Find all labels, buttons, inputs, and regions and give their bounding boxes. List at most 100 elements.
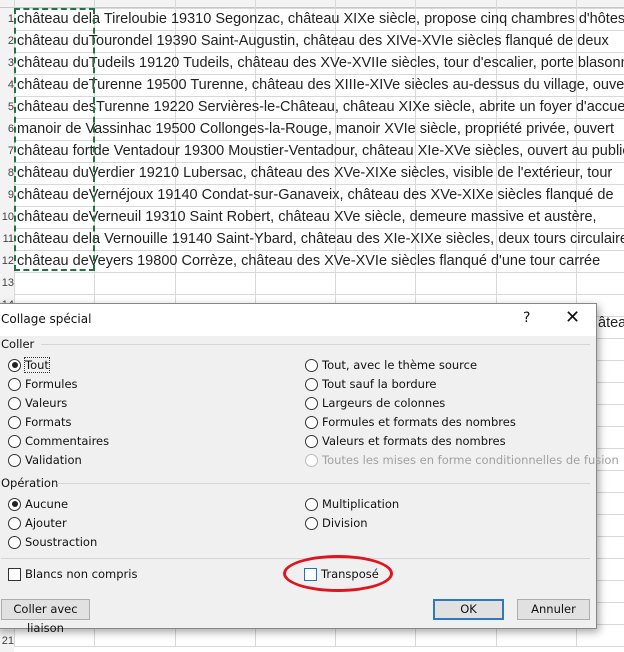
radio-label: Multiplication [322,497,400,511]
help-button[interactable]: ? [523,310,530,326]
radio-label: Validation [25,453,82,467]
radio-option-aucune[interactable]: Aucune [8,497,68,511]
row-gridline [0,294,624,295]
checkbox[interactable] [8,567,21,581]
radio-option-formules[interactable]: Formules [8,377,78,391]
cell-text[interactable]: âteau [598,312,624,334]
radio-button[interactable] [8,434,21,448]
dialog-titlebar[interactable]: Collage spécial ? ✕ [0,304,596,336]
row-header[interactable]: 3 [0,52,14,74]
cell-a[interactable]: château deVerneuil 19310 Saint Robert, c… [17,206,597,228]
radio-option-validation[interactable]: Validation [8,453,82,467]
radio-option-formules-et-formats-des-nombres[interactable]: Formules et formats des nombres [305,415,516,429]
cell-a[interactable]: château desTurenne 19220 Servières-le-Ch… [17,96,624,118]
radio-label: Toutes les mises en forme conditionnelle… [322,453,619,467]
row-header[interactable]: 10 [0,206,14,228]
radio-label: Ajouter [25,516,67,530]
radio-option-formats[interactable]: Formats [8,415,72,429]
row-header[interactable]: 7 [0,140,14,162]
close-icon[interactable]: ✕ [565,307,580,328]
cancel-button[interactable]: Annuler [517,599,590,620]
radio-label: Formules [25,377,78,391]
radio-button[interactable] [8,377,21,391]
cell-a[interactable]: château fortde Ventadour 19300 Moustier-… [17,140,624,162]
cell-overflow-text: Vernéjoux 19140 Condat-sur-Ganaveix, châ… [88,187,614,203]
row-header[interactable]: 4 [0,74,14,96]
radio-option-valeurs[interactable]: Valeurs [8,396,67,410]
radio-option-tout-avec-le-th-me-source[interactable]: Tout, avec le thème source [305,358,477,372]
radio-label: Formules et formats des nombres [322,415,516,429]
radio-option-tout[interactable]: Tout [8,357,50,373]
radio-button[interactable] [8,453,21,467]
row-header[interactable]: 5 [0,96,14,118]
row-header[interactable]: 11 [0,228,14,250]
cell-a[interactable]: château deTurenne 19500 Turenne, château… [17,74,624,96]
cell-a[interactable]: château duVerdier 19210 Lubersac, châtea… [17,162,612,184]
radio-button[interactable] [8,415,21,429]
cell-a[interactable]: château deVeyers 19800 Corrèze, château … [17,250,600,272]
radio-label: Aucune [25,497,69,511]
radio-option-tout-sauf-la-bordure[interactable]: Tout sauf la bordure [305,377,437,391]
row-gridline [0,272,624,273]
radio-button [305,453,318,467]
radio-label: Division [322,516,368,530]
ok-button[interactable]: OK [433,599,504,620]
radio-option-soustraction[interactable]: Soustraction [8,535,97,549]
divider [1,558,590,559]
cell-a[interactable]: château dela Tireloubie 19310 Segonzac, … [17,8,624,30]
radio-button[interactable] [305,358,318,372]
radio-button[interactable] [305,415,318,429]
radio-button[interactable] [8,497,21,511]
divider [57,483,590,484]
radio-button[interactable] [305,434,318,448]
highlight-ellipse [283,555,393,592]
radio-button[interactable] [8,396,21,410]
radio-button[interactable] [305,377,318,391]
radio-button[interactable] [305,396,318,410]
divider [41,344,590,345]
radio-label: Tout, avec le thème source [322,358,478,372]
cell-overflow-text: de Ventadour 19300 Moustier-Ventadour, c… [93,143,624,159]
paste-link-button[interactable]: Coller avec liaison [1,599,90,635]
radio-label: Tout [24,357,50,373]
skip-blanks-label: Blancs non compris [25,567,138,581]
radio-option-division[interactable]: Division [305,516,368,530]
cell-overflow-text: Veyers 19800 Corrèze, château des XVe-XV… [88,253,601,269]
row-header[interactable]: 2 [0,30,14,52]
radio-button[interactable] [8,358,21,372]
cell-a[interactable]: château duTourondel 19390 Saint-Augustin… [17,30,609,52]
cell-overflow-text: Verdier 19210 Lubersac, château des XVe-… [88,165,613,181]
radio-option-ajouter[interactable]: Ajouter [8,516,67,530]
cell-overflow-text: Tourondel 19390 Saint-Augustin, château … [88,33,609,49]
radio-label: Largeurs de colonnes [322,396,446,410]
cell-overflow-text: la Tireloubie 19310 Segonzac, château XI… [88,11,624,27]
radio-option-valeurs-et-formats-des-nombres[interactable]: Valeurs et formats des nombres [305,434,506,448]
radio-button[interactable] [8,516,21,530]
row-header[interactable]: 13 [0,272,14,294]
dialog-title: Collage spécial [1,312,92,326]
cell-overflow-text: Tudeils 19120 Tudeils, château des XVe-X… [88,55,624,71]
row-header[interactable]: 6 [0,118,14,140]
row-header[interactable]: 21 [0,630,14,652]
radio-label: Formats [25,415,72,429]
row-header[interactable]: 9 [0,184,14,206]
cell-a[interactable]: château deVernéjoux 19140 Condat-sur-Gan… [17,184,614,206]
row-header[interactable]: 12 [0,250,14,272]
cell-overflow-text: Verneuil 19310 Saint Robert, château XVe… [88,209,597,225]
cell-overflow-text: assinhac 19500 Collonges-la-Rouge, manoi… [94,121,614,137]
radio-option-multiplication[interactable]: Multiplication [305,497,399,511]
radio-button[interactable] [8,535,21,549]
radio-option-toutes-les-mises-en-forme-conditionnelles-de-fusion: Toutes les mises en forme conditionnelle… [305,453,619,467]
radio-button[interactable] [305,497,318,511]
row-header[interactable]: 8 [0,162,14,184]
radio-option-largeurs-de-colonnes[interactable]: Largeurs de colonnes [305,396,445,410]
cell-a[interactable]: château dela Vernouille 19140 Saint-Ybar… [17,228,624,250]
cell-a[interactable]: manoir de Vassinhac 19500 Collonges-la-R… [17,118,614,140]
cell-a[interactable]: château duTudeils 19120 Tudeils, château… [17,52,624,74]
radio-option-commentaires[interactable]: Commentaires [8,434,109,448]
skip-blanks-checkbox[interactable]: Blancs non compris [8,567,137,581]
radio-label: Valeurs et formats des nombres [322,434,506,448]
radio-button[interactable] [305,516,318,530]
cell-overflow-text: Turenne 19500 Turenne, château des XIIIe… [88,77,624,93]
row-header[interactable]: 1 [0,8,14,30]
